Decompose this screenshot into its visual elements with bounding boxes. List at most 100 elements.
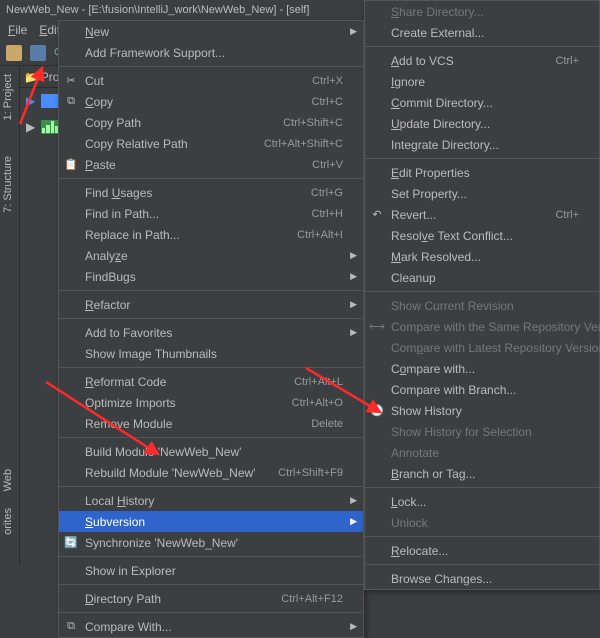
open-icon[interactable]	[6, 45, 22, 61]
svn-resolve-text-conflict[interactable]: Resolve Text Conflict...	[365, 225, 599, 246]
ctx-build-module-newweb-new[interactable]: Build Module 'NewWeb_New'	[59, 441, 363, 462]
svn-ignore[interactable]: Ignore	[365, 71, 599, 92]
ctx-copy-relative-path[interactable]: Copy Relative PathCtrl+Alt+Shift+C	[59, 133, 363, 154]
svn-branch-or-tag[interactable]: Branch or Tag...	[365, 463, 599, 484]
paste-icon: 📋	[64, 158, 78, 172]
ctx-analyze[interactable]: Analyze▶	[59, 245, 363, 266]
ctx-cut[interactable]: ✂CutCtrl+X	[59, 70, 363, 91]
tab-web[interactable]: Web	[0, 461, 16, 499]
find-usages-label: Find Usages	[85, 186, 301, 200]
svn-cleanup[interactable]: Cleanup	[365, 267, 599, 288]
subversion-label: Subversion	[85, 515, 343, 529]
svn-update-directory[interactable]: Update Directory...	[365, 113, 599, 134]
refactor-label: Refactor	[85, 298, 343, 312]
svn-annotate: Annotate	[365, 442, 599, 463]
tab-favorites[interactable]: orites	[0, 500, 16, 543]
edit-properties-label: Edit Properties	[391, 166, 579, 180]
ctx-rebuild-module-newweb-new[interactable]: Rebuild Module 'NewWeb_New'Ctrl+Shift+F9	[59, 462, 363, 483]
module-icon[interactable]	[41, 94, 59, 108]
show-history-label: Show History	[391, 404, 579, 418]
compare-with-the-same-repository-ver-label: Compare with the Same Repository Ver	[391, 320, 600, 334]
copy-path-shortcut: Ctrl+Shift+C	[283, 117, 343, 129]
ctx-copy[interactable]: ⧉CopyCtrl+C	[59, 91, 363, 112]
tab-structure[interactable]: 7: Structure	[0, 148, 16, 221]
cleanup-label: Cleanup	[391, 271, 579, 285]
ctx-local-history[interactable]: Local History▶	[59, 490, 363, 511]
cut-icon: ✂	[64, 74, 78, 88]
ctx-paste[interactable]: 📋PasteCtrl+V	[59, 154, 363, 175]
ctx-remove-module[interactable]: Remove ModuleDelete	[59, 413, 363, 434]
ctx-subversion[interactable]: Subversion▶	[59, 511, 363, 532]
svn-unlock: Unlock	[365, 512, 599, 533]
ctx-show-image-thumbnails[interactable]: Show Image Thumbnails	[59, 343, 363, 364]
ctx-replace-in-path[interactable]: Replace in Path...Ctrl+Alt+I	[59, 224, 363, 245]
build-module-newweb-new-label: Build Module 'NewWeb_New'	[85, 445, 343, 459]
ctx-synchronize-newweb-new[interactable]: 🔄Synchronize 'NewWeb_New'	[59, 532, 363, 553]
set-property-label: Set Property...	[391, 187, 579, 201]
ctx-optimize-imports[interactable]: Optimize ImportsCtrl+Alt+O	[59, 392, 363, 413]
tab-project[interactable]: 1: Project	[0, 66, 16, 128]
copy-relative-path-shortcut: Ctrl+Alt+Shift+C	[264, 138, 343, 150]
svn-integrate-directory[interactable]: Integrate Directory...	[365, 134, 599, 155]
svn-compare-with[interactable]: Compare with...	[365, 358, 599, 379]
ctx-refactor[interactable]: Refactor▶	[59, 294, 363, 315]
ctx-separator	[59, 178, 363, 179]
ignore-label: Ignore	[391, 75, 579, 89]
submenu-arrow-icon: ▶	[350, 26, 357, 37]
submenu-arrow-icon: ▶	[350, 250, 357, 261]
compare-with-latest-repository-version-label: Compare with Latest Repository Version	[391, 341, 600, 355]
svn-mark-resolved[interactable]: Mark Resolved...	[365, 246, 599, 267]
optimize-imports-shortcut: Ctrl+Alt+O	[292, 397, 343, 409]
directory-path-shortcut: Ctrl+Alt+F12	[281, 593, 343, 605]
find-usages-shortcut: Ctrl+G	[311, 187, 343, 199]
svn-set-property[interactable]: Set Property...	[365, 183, 599, 204]
svn-compare-with-branch[interactable]: Compare with Branch...	[365, 379, 599, 400]
ctx-directory-path[interactable]: Directory PathCtrl+Alt+F12	[59, 588, 363, 609]
svn-separator	[365, 291, 599, 292]
svn-show-history[interactable]: 🕐Show History	[365, 400, 599, 421]
svn-relocate[interactable]: Relocate...	[365, 540, 599, 561]
compare-with-icon: ⧉	[64, 620, 78, 634]
revert-icon: ↶	[370, 208, 384, 222]
ctx-compare-with[interactable]: ⧉Compare With...▶	[59, 616, 363, 637]
findbugs-label: FindBugs	[85, 270, 343, 284]
svn-edit-properties[interactable]: Edit Properties	[365, 162, 599, 183]
save-icon[interactable]	[30, 45, 46, 61]
ctx-copy-path[interactable]: Copy PathCtrl+Shift+C	[59, 112, 363, 133]
ctx-findbugs[interactable]: FindBugs ▶	[59, 266, 363, 287]
ctx-add-to-favorites[interactable]: Add to Favorites▶	[59, 322, 363, 343]
find-in-path-label: Find in Path...	[85, 207, 302, 221]
ctx-find-usages[interactable]: Find Usages Ctrl+G	[59, 182, 363, 203]
menubar-file[interactable]: File	[2, 20, 33, 40]
ctx-add-framework-support[interactable]: Add Framework Support...	[59, 42, 363, 63]
svn-separator	[365, 158, 599, 159]
svn-lock[interactable]: Lock...	[365, 491, 599, 512]
svn-browse-changes[interactable]: Browse Changes...	[365, 568, 599, 589]
svn-add-to-vcs[interactable]: Add to VCSCtrl+	[365, 50, 599, 71]
unlock-label: Unlock	[391, 516, 579, 530]
svn-create-external[interactable]: Create External...	[365, 22, 599, 43]
submenu-arrow-icon: ▶	[350, 495, 357, 506]
play-icon[interactable]: ▶	[26, 94, 35, 108]
ctx-show-in-explorer[interactable]: Show in Explorer	[59, 560, 363, 581]
mark-resolved-label: Mark Resolved...	[391, 250, 579, 264]
submenu-arrow-icon: ▶	[350, 327, 357, 338]
add-to-vcs-label: Add to VCS	[391, 54, 545, 68]
synchronize-newweb-new-icon: 🔄	[64, 536, 78, 550]
ctx-new[interactable]: New▶	[59, 21, 363, 42]
svn-commit-directory[interactable]: Commit Directory...	[365, 92, 599, 113]
submenu-arrow-icon: ▶	[350, 271, 357, 282]
commit-directory-label: Commit Directory...	[391, 96, 579, 110]
ctx-reformat-code[interactable]: Reformat CodeCtrl+Alt+L	[59, 371, 363, 392]
ctx-separator	[59, 612, 363, 613]
ctx-find-in-path[interactable]: Find in Path...Ctrl+H	[59, 203, 363, 224]
svn-show-history-for-selection: Show History for Selection	[365, 421, 599, 442]
lock-label: Lock...	[391, 495, 579, 509]
play-icon-2[interactable]: ▶	[26, 120, 35, 134]
svn-separator	[365, 46, 599, 47]
chart-icon[interactable]	[41, 120, 59, 134]
resolve-text-conflict-label: Resolve Text Conflict...	[391, 229, 579, 243]
left-tool-tabs: 1: Project 7: Structure Web orites	[0, 66, 20, 566]
svn-share-directory: Share Directory...	[365, 1, 599, 22]
svn-revert[interactable]: ↶Revert...Ctrl+	[365, 204, 599, 225]
